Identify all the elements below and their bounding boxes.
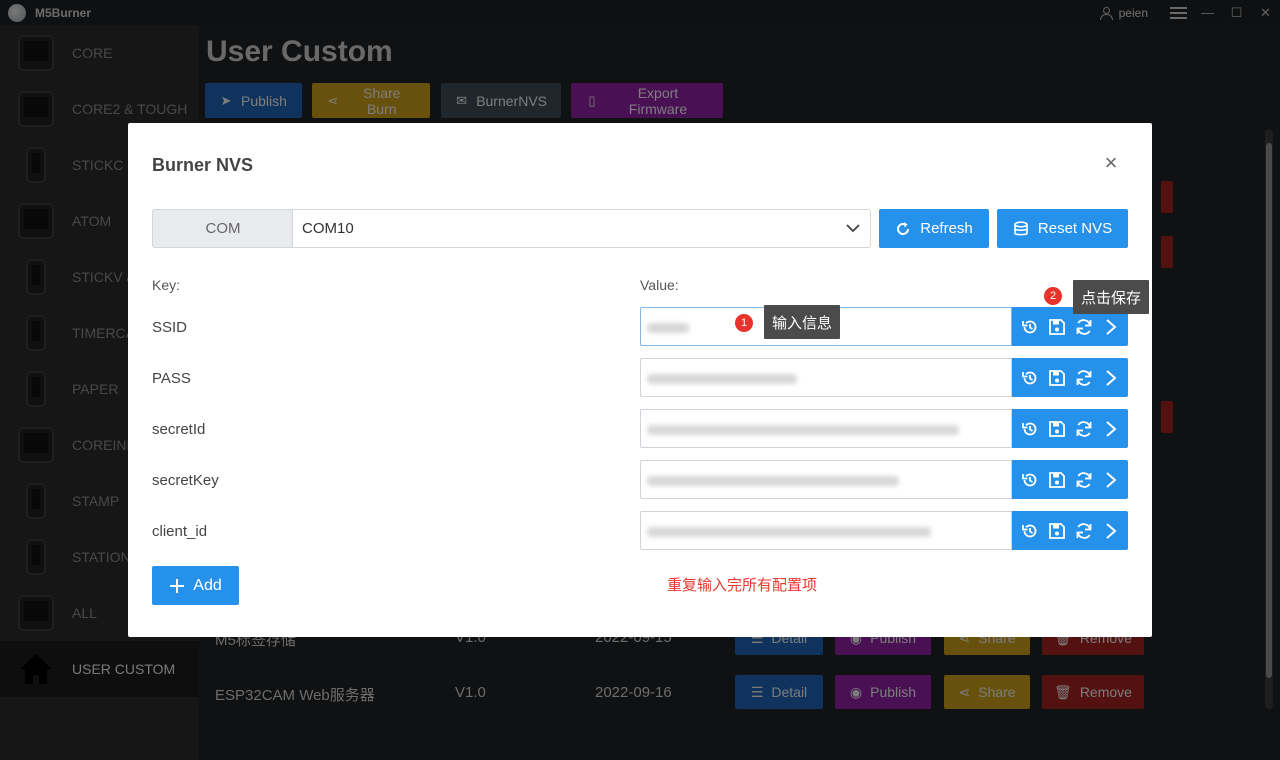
annotation-badge-2: 2	[1044, 287, 1062, 305]
reset-nvs-label: Reset NVS	[1037, 220, 1113, 237]
nvs-key-ssid: SSID	[152, 319, 188, 336]
save-icon[interactable]	[1047, 419, 1067, 439]
nvs-actions-secretkey	[1012, 460, 1128, 499]
history-icon[interactable]	[1020, 317, 1040, 337]
play-icon[interactable]	[1101, 419, 1121, 439]
nvs-key-pass: PASS	[152, 370, 191, 387]
refresh-button[interactable]: Refresh	[879, 209, 989, 248]
history-icon[interactable]	[1020, 521, 1040, 541]
nvs-actions-secretid	[1012, 409, 1128, 448]
redacted-value	[647, 374, 797, 384]
value-column-header: Value:	[640, 277, 679, 293]
com-label: COM	[152, 209, 293, 248]
refresh-label: Refresh	[920, 220, 973, 237]
save-icon[interactable]	[1047, 470, 1067, 490]
annotation-text-1: 输入信息	[772, 314, 833, 332]
reset-nvs-button[interactable]: Reset NVS	[997, 209, 1128, 248]
nvs-key-secretid: secretId	[152, 421, 206, 438]
history-icon[interactable]	[1020, 368, 1040, 388]
nvs-actions-pass	[1012, 358, 1128, 397]
plus-icon	[170, 578, 185, 593]
annotation-tooltip-1: 输入信息	[764, 305, 841, 339]
nvs-key-client-id: client_id	[152, 523, 208, 540]
nvs-value-input-client-id[interactable]	[640, 511, 1012, 550]
history-icon[interactable]	[1020, 470, 1040, 490]
nvs-value-input-pass[interactable]	[640, 358, 1012, 397]
chevron-down-icon	[846, 224, 860, 233]
refresh-icon	[897, 221, 910, 235]
add-label: Add	[193, 576, 222, 594]
key-column-header: Key:	[152, 277, 181, 293]
annotation-badge-1: 1	[735, 314, 753, 332]
history-icon[interactable]	[1020, 419, 1040, 439]
redacted-value	[647, 425, 959, 435]
annotation-text-2: 点击保存	[1081, 289, 1142, 307]
redacted-value	[647, 527, 931, 537]
annotation-tooltip-2: 点击保存	[1073, 280, 1150, 314]
save-icon[interactable]	[1047, 521, 1067, 541]
play-icon[interactable]	[1101, 368, 1121, 388]
play-icon[interactable]	[1101, 470, 1121, 490]
nvs-actions-client-id	[1012, 511, 1128, 550]
nvs-value-input-secretid[interactable]	[640, 409, 1012, 448]
sync-icon[interactable]	[1074, 317, 1094, 337]
nvs-value-input-secretkey[interactable]	[640, 460, 1012, 499]
play-icon[interactable]	[1101, 521, 1121, 541]
redacted-value	[647, 323, 689, 333]
sync-icon[interactable]	[1074, 521, 1094, 541]
sync-icon[interactable]	[1074, 419, 1094, 439]
save-icon[interactable]	[1047, 368, 1067, 388]
com-port-value: COM10	[302, 220, 354, 237]
add-entry-button[interactable]: Add	[152, 566, 239, 605]
dialog-title: Burner NVS	[152, 155, 254, 175]
play-icon[interactable]	[1101, 317, 1121, 337]
burner-nvs-dialog: Burner NVS × COM COM10 Refresh Reset NVS…	[128, 123, 1152, 637]
hint-text: 重复输入完所有配置项	[667, 577, 818, 594]
sync-icon[interactable]	[1074, 470, 1094, 490]
sync-icon[interactable]	[1074, 368, 1094, 388]
database-icon	[1014, 220, 1028, 235]
save-icon[interactable]	[1047, 317, 1067, 337]
redacted-value	[647, 476, 899, 486]
nvs-key-secretkey: secretKey	[152, 472, 219, 489]
close-icon[interactable]: ×	[1100, 152, 1122, 175]
com-port-select[interactable]: COM10	[292, 209, 871, 248]
